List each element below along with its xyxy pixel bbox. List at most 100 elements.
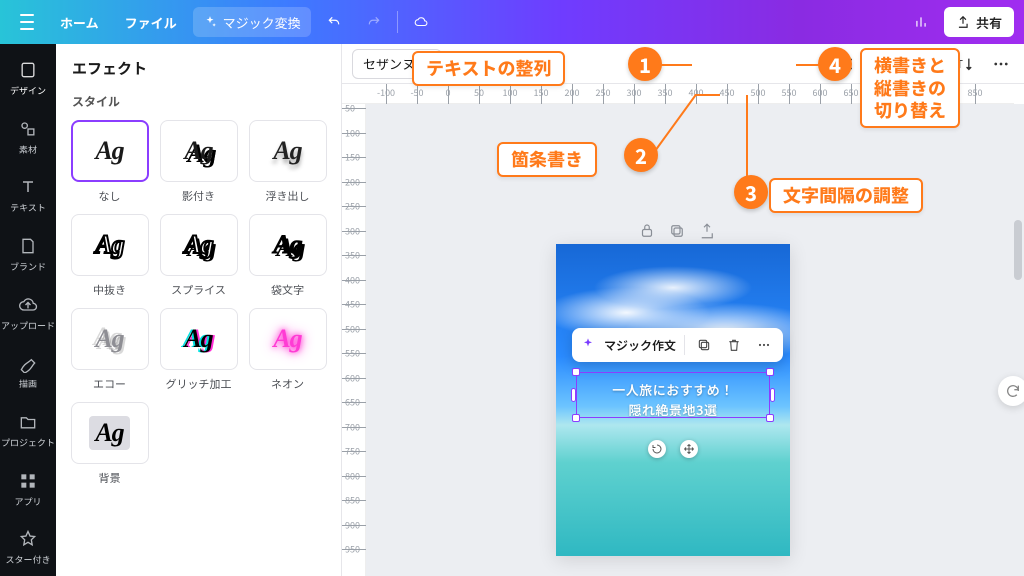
effect-label: グリッチ加工 xyxy=(166,376,232,392)
analytics-button[interactable] xyxy=(904,7,938,37)
more-icon xyxy=(756,337,772,353)
rail-star[interactable]: スター付き xyxy=(0,519,56,576)
rail-label: ブランド xyxy=(10,260,46,273)
effect-echo[interactable]: Ag エコー xyxy=(70,308,149,392)
panel-title: エフェクト xyxy=(72,58,327,79)
effect-label: スプライス xyxy=(171,282,226,298)
annotation-label-2: 箇条書き xyxy=(497,142,597,177)
rail-elements[interactable]: 素材 xyxy=(0,109,56,166)
apps-icon xyxy=(18,471,38,491)
upload-icon xyxy=(956,15,970,29)
annotation-label-4: 横書きと 縦書きの 切り替え xyxy=(860,48,960,128)
effect-sample: Ag xyxy=(95,230,123,260)
effect-sample: Ag xyxy=(95,136,123,166)
effect-thumb[interactable]: Ag xyxy=(160,120,238,182)
page-mini-tools xyxy=(638,222,716,240)
rail-project[interactable]: プロジェクト xyxy=(0,402,56,459)
nav-home[interactable]: ホーム xyxy=(50,7,109,37)
effect-shadow[interactable]: Ag影付き xyxy=(159,120,238,204)
undo-icon xyxy=(327,13,341,31)
cloud-sync-button[interactable] xyxy=(404,7,438,37)
effect-sample: Ag xyxy=(184,136,212,166)
effect-neon[interactable]: Ag ネオン xyxy=(248,308,327,392)
move-handle[interactable] xyxy=(680,440,698,458)
effect-bag[interactable]: Ag袋文字 xyxy=(248,214,327,298)
rail-text[interactable]: テキスト xyxy=(0,167,56,224)
effect-splice[interactable]: Ag スプライス xyxy=(159,214,238,298)
effect-label: ネオン xyxy=(271,376,304,392)
undo-button[interactable] xyxy=(317,7,351,37)
annotation-line-1 xyxy=(660,64,692,66)
resize-handle-e[interactable] xyxy=(770,388,775,402)
resize-handle-se[interactable] xyxy=(766,414,774,422)
float-more-button[interactable] xyxy=(753,334,775,356)
selection-box xyxy=(576,372,770,418)
effect-lift[interactable]: Ag浮き出し xyxy=(248,120,327,204)
magic-convert-button[interactable]: マジック変換 xyxy=(193,7,311,37)
effect-sample: Ag xyxy=(184,324,212,354)
vertical-scrollbar[interactable] xyxy=(1014,212,1022,412)
effect-thumb[interactable]: Ag xyxy=(249,120,327,182)
effect-none[interactable]: Agなし xyxy=(70,120,149,204)
resize-handle-w[interactable] xyxy=(571,388,576,402)
rail-label: 描画 xyxy=(19,377,37,390)
resize-handle-nw[interactable] xyxy=(572,368,580,376)
trash-icon xyxy=(726,337,742,353)
rail-apps[interactable]: アプリ xyxy=(0,461,56,518)
nav-file[interactable]: ファイル xyxy=(115,7,187,37)
delete-button[interactable] xyxy=(723,334,745,356)
divider xyxy=(397,11,398,33)
scrollbar-thumb[interactable] xyxy=(1014,220,1022,280)
redo-button[interactable] xyxy=(357,7,391,37)
project-icon xyxy=(18,412,38,432)
effect-thumb[interactable]: Ag xyxy=(160,214,238,276)
effects-grid: AgなしAg影付きAg浮き出しAg中抜きAgスプライスAg袋文字AgエコーAgグ… xyxy=(70,120,327,486)
rail-label: テキスト xyxy=(10,201,46,214)
resize-handle-ne[interactable] xyxy=(766,368,774,376)
share-label: 共有 xyxy=(976,13,1002,32)
effect-thumb[interactable]: Ag xyxy=(249,214,327,276)
rotate-handle[interactable] xyxy=(648,440,666,458)
effect-thumb[interactable]: Ag xyxy=(71,120,149,182)
rail-design[interactable]: デザイン xyxy=(0,50,56,107)
menu-button[interactable] xyxy=(10,7,44,37)
canvas-stage[interactable]: マジック作文 一人旅におすすめ！ 隠れ絶景地3選 xyxy=(366,104,1024,576)
effect-thumb[interactable]: Ag xyxy=(71,308,149,370)
effect-thumb[interactable]: Ag xyxy=(71,214,149,276)
duplicate-icon[interactable] xyxy=(668,222,686,240)
rail-upload[interactable]: アップロード xyxy=(0,285,56,342)
effect-outline[interactable]: Ag 中抜き xyxy=(70,214,149,298)
rail-brand[interactable]: ブランド xyxy=(0,226,56,283)
sparkle-icon xyxy=(580,337,596,353)
rail-label: アップロード xyxy=(1,319,55,332)
share-button[interactable]: 共有 xyxy=(944,7,1014,37)
floating-toolbar: マジック作文 xyxy=(572,328,783,362)
annotation-line-4 xyxy=(796,64,820,66)
annotation-badge-2: 2 xyxy=(624,138,658,172)
effect-sample: Ag xyxy=(95,324,123,354)
divider xyxy=(684,335,685,355)
rail-draw[interactable]: 描画 xyxy=(0,343,56,400)
draw-icon xyxy=(18,353,38,373)
effect-bg[interactable]: Ag背景 xyxy=(70,402,149,486)
annotation-badge-1: 1 xyxy=(628,47,662,81)
effect-sample: Ag xyxy=(273,324,301,354)
effect-thumb[interactable]: Ag xyxy=(249,308,327,370)
upload-icon xyxy=(18,295,38,315)
left-rail: デザイン素材テキストブランドアップロード描画プロジェクトアプリスター付き xyxy=(0,44,56,576)
effect-label: 中抜き xyxy=(93,282,126,298)
export-icon[interactable] xyxy=(698,222,716,240)
effect-glitch[interactable]: Ag グリッチ加工 xyxy=(159,308,238,392)
lock-icon[interactable] xyxy=(638,222,656,240)
copy-button[interactable] xyxy=(693,334,715,356)
more-button[interactable] xyxy=(988,51,1014,77)
resize-handle-sw[interactable] xyxy=(572,414,580,422)
design-icon xyxy=(18,60,38,80)
magic-write-label[interactable]: マジック作文 xyxy=(604,337,676,354)
effect-label: エコー xyxy=(93,376,126,392)
annotation-badge-3: 3 xyxy=(734,175,768,209)
effect-thumb[interactable]: Ag xyxy=(71,402,149,464)
effect-sample: Ag xyxy=(273,230,301,260)
elements-icon xyxy=(18,119,38,139)
effect-thumb[interactable]: Ag xyxy=(160,308,238,370)
